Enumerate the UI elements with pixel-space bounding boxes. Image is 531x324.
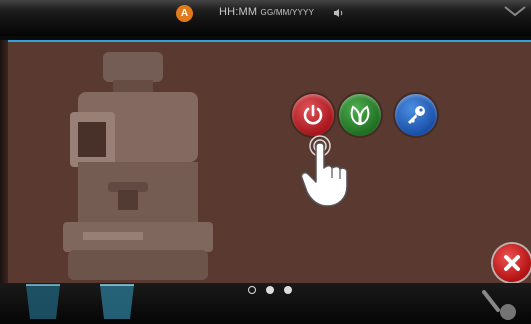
coffee-machine-illustration	[63, 52, 213, 280]
panel-edge	[0, 40, 8, 283]
power-icon	[303, 104, 323, 125]
page-dot[interactable]	[284, 286, 292, 294]
key-button[interactable]	[395, 94, 437, 136]
page-dot[interactable]	[266, 286, 274, 294]
power-mode-popup	[8, 40, 531, 283]
close-icon	[504, 255, 520, 271]
alert-badge[interactable]: A	[176, 5, 193, 22]
steam-wand-icon[interactable]	[478, 288, 518, 322]
cup-icon[interactable]	[96, 283, 138, 323]
cup-icon[interactable]	[22, 283, 64, 323]
close-button[interactable]	[493, 244, 531, 282]
page-indicator	[248, 286, 292, 294]
chevron-down-icon[interactable]	[503, 4, 527, 18]
eco-leaf-icon	[350, 105, 370, 126]
key-icon	[408, 106, 425, 124]
datetime-label: HH:MM GG/MM/YYYY	[219, 6, 314, 18]
hand-tap-icon	[300, 135, 348, 207]
eco-button[interactable]	[339, 94, 381, 136]
page-dot[interactable]	[248, 286, 256, 294]
volume-icon[interactable]	[333, 8, 345, 18]
date-label: GG/MM/YYYY	[260, 8, 315, 17]
time-label: HH:MM	[219, 6, 258, 18]
status-bar: A HH:MM GG/MM/YYYY	[0, 0, 531, 36]
power-button[interactable]	[292, 94, 334, 136]
